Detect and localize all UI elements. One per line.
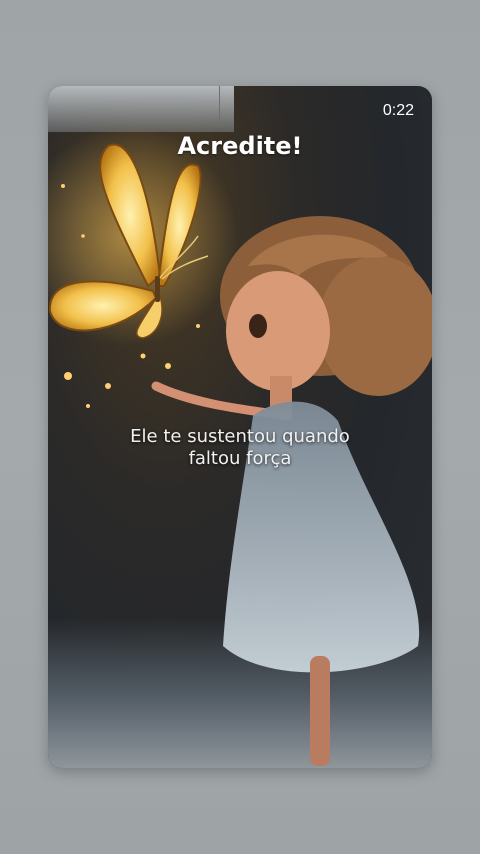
caption-line-1: Ele te sustentou quando (130, 426, 350, 447)
video-title: Acredite! (177, 132, 303, 160)
video-timer: 0:22 (382, 102, 414, 119)
caption-line-2: faltou força (188, 448, 292, 469)
video-player[interactable]: 0:22 Acredite! Ele te sustentou quando f… (48, 86, 432, 768)
video-caption: Ele te sustentou quando faltou força (48, 426, 432, 470)
